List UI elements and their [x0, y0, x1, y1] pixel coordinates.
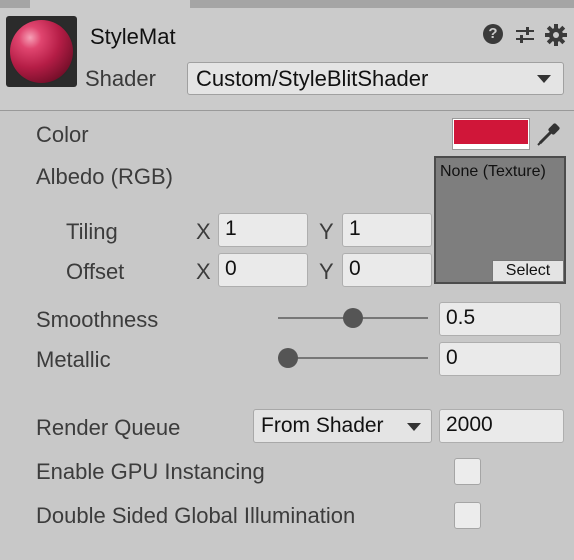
color-fill [454, 120, 528, 144]
gpu-instancing-checkbox[interactable] [454, 458, 481, 485]
texture-value: None (Texture) [440, 163, 546, 180]
render-queue-mode: From Shader [261, 414, 384, 437]
render-queue-label: Render Queue [36, 415, 181, 440]
metallic-field[interactable]: 0 [439, 342, 561, 376]
albedo-label: Albedo (RGB) [36, 164, 173, 189]
shader-select[interactable]: Custom/StyleBlitShader [187, 62, 564, 95]
offset-y-axis: Y [319, 259, 334, 284]
smoothness-field[interactable]: 0.5 [439, 302, 561, 336]
help-icon[interactable]: ? [483, 24, 505, 46]
tiling-y-field[interactable]: 1 [342, 213, 432, 247]
gpu-instancing-label: Enable GPU Instancing [36, 459, 265, 484]
texture-select-button[interactable]: Select [492, 260, 564, 282]
material-preview-sphere [10, 20, 73, 83]
double-sided-gi-checkbox[interactable] [454, 502, 481, 529]
render-queue-field[interactable]: 2000 [439, 409, 564, 443]
tiling-label: Tiling [66, 219, 118, 244]
smoothness-slider-handle[interactable] [343, 308, 363, 328]
tiling-x-field[interactable]: 1 [218, 213, 308, 247]
eyedropper-icon[interactable] [532, 118, 564, 150]
tiling-x-axis: X [196, 219, 211, 244]
shader-value: Custom/StyleBlitShader [196, 66, 429, 91]
sliders-icon[interactable] [514, 24, 536, 46]
metallic-label: Metallic [36, 347, 111, 372]
smoothness-label: Smoothness [36, 307, 159, 332]
dropdown-arrow-icon [537, 75, 551, 83]
metallic-slider-track[interactable] [278, 357, 428, 359]
offset-x-axis: X [196, 259, 211, 284]
shader-label: Shader [85, 66, 156, 91]
tiling-y-axis: Y [319, 219, 334, 244]
tab-inspector[interactable] [30, 0, 190, 8]
dropdown-arrow-icon [407, 423, 421, 431]
render-queue-dropdown[interactable]: From Shader [253, 409, 432, 443]
material-name: StyleMat [90, 24, 176, 49]
metallic-slider-handle[interactable] [278, 348, 298, 368]
offset-x-field[interactable]: 0 [218, 253, 308, 287]
double-sided-gi-label: Double Sided Global Illumination [36, 503, 356, 528]
color-label: Color [36, 122, 89, 147]
color-swatch[interactable] [452, 118, 530, 150]
alpha-bar [454, 144, 528, 148]
offset-label: Offset [66, 259, 125, 284]
offset-y-field[interactable]: 0 [342, 253, 432, 287]
gear-icon[interactable] [545, 24, 567, 46]
